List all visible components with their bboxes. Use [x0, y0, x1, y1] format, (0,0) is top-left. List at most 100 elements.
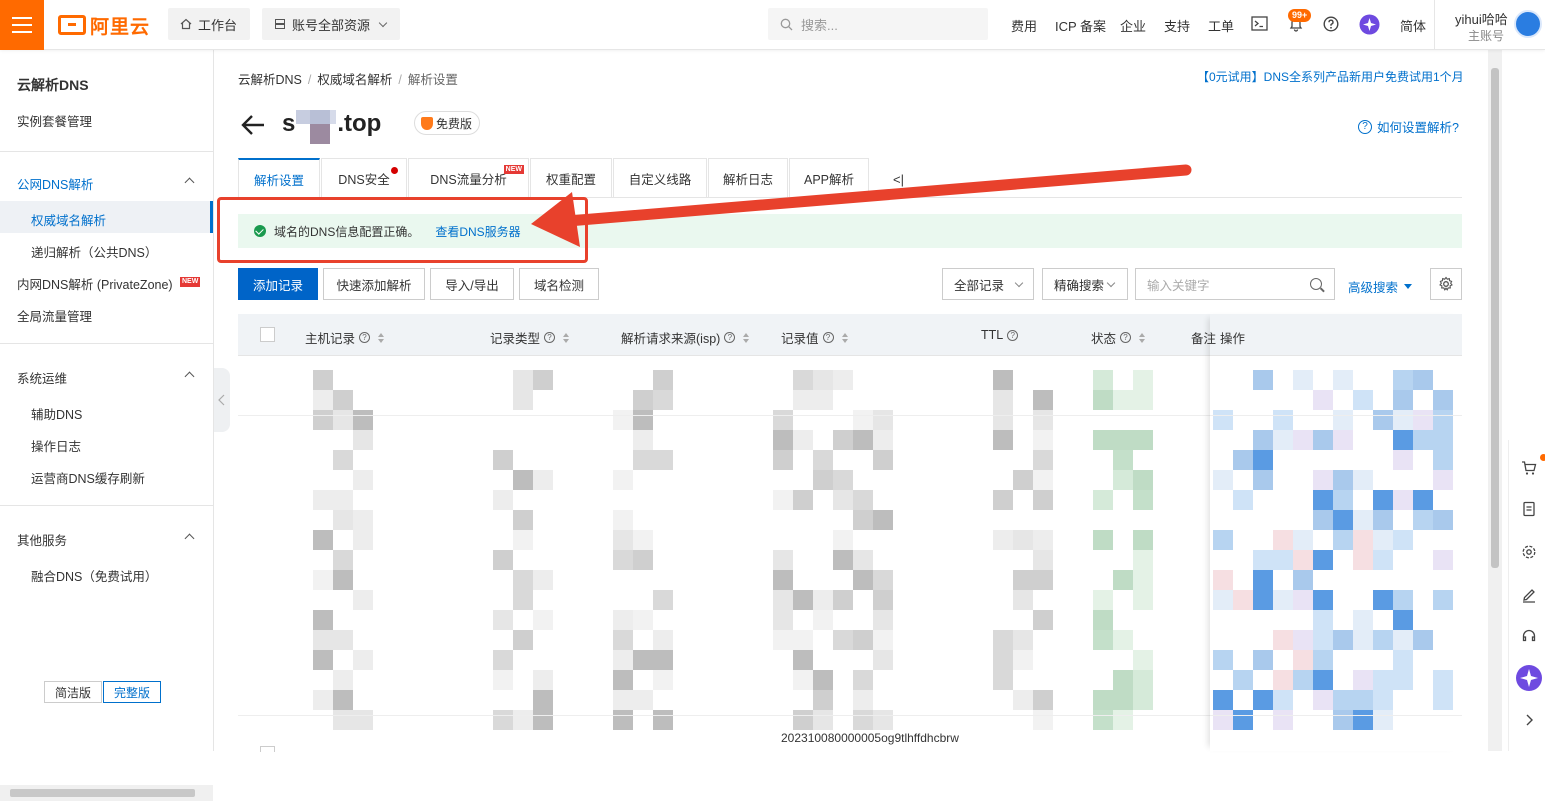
help-icon: ? [359, 332, 371, 343]
sidebar-item-recursive[interactable]: 递归解析（公共DNS） [31, 242, 157, 261]
edit-icon[interactable] [1521, 587, 1537, 603]
avatar[interactable] [1514, 10, 1542, 38]
sidebar-group-ops[interactable]: 系统运维 [17, 368, 67, 387]
sidebar-item-authoritative[interactable]: 权威域名解析 [31, 210, 106, 229]
redacted-pixel [873, 630, 893, 650]
redacted-pixel [1093, 590, 1113, 610]
sidebar-title: 云解析DNS [17, 77, 89, 93]
sidebar-item-private-zone[interactable]: 内网DNS解析 (PrivateZone) [17, 274, 173, 293]
tab-custom-line[interactable]: 自定义线路 [613, 158, 707, 198]
sidebar-item-aux-dns[interactable]: 辅助DNS [31, 404, 82, 423]
redacted-pixel [813, 470, 833, 490]
workbench-button[interactable]: 工作台 [168, 8, 250, 40]
sidebar-item-isp-refresh[interactable]: 运营商DNS缓存刷新 [31, 468, 145, 487]
row-checkbox[interactable] [260, 746, 275, 752]
redacted-pixel [613, 610, 633, 630]
language-switch[interactable]: 简体 [1400, 16, 1426, 35]
back-arrow-icon[interactable] [240, 112, 266, 138]
ai-assistant-icon[interactable] [1359, 14, 1380, 35]
redacted-pixel [793, 430, 813, 450]
quick-add-button[interactable]: 快速添加解析 [323, 268, 425, 300]
redacted-pixel [813, 590, 833, 610]
sidebar-group-public-dns[interactable]: 公网DNS解析 [17, 174, 93, 193]
chevron-up-icon[interactable] [184, 177, 195, 188]
col-value[interactable]: 记录值? [781, 328, 848, 347]
resources-dropdown[interactable]: 账号全部资源 [262, 8, 400, 40]
redacted-pixel [513, 590, 533, 610]
promo-link[interactable]: 【0元试用】DNS全系列产品新用户免费试用1个月 [1197, 68, 1464, 85]
sidebar-item-package[interactable]: 实例套餐管理 [17, 111, 92, 130]
sidebar-item-global-traffic[interactable]: 全局流量管理 [17, 306, 92, 325]
col-ttl[interactable]: TTL? [981, 328, 1019, 342]
chevron-right-icon[interactable] [1521, 712, 1537, 728]
nav-icp[interactable]: ICP 备案 [1055, 16, 1106, 35]
cart-icon[interactable] [1521, 460, 1537, 476]
settings-icon[interactable] [1521, 544, 1537, 560]
sidebar-scrollbar[interactable] [0, 785, 213, 801]
chevron-up-icon[interactable] [184, 371, 195, 382]
advanced-search-toggle[interactable]: 高级搜索 [1348, 277, 1413, 296]
select-all-checkbox[interactable] [260, 327, 275, 342]
redacted-pixel [1113, 450, 1133, 470]
ai-assistant-icon[interactable] [1515, 664, 1543, 692]
redacted-pixel [333, 490, 353, 510]
add-record-button[interactable]: 添加记录 [238, 268, 318, 300]
help-icon[interactable] [1323, 16, 1339, 32]
search-mode-value: 精确搜索 [1054, 278, 1105, 293]
tab-resolve-log[interactable]: 解析日志 [708, 158, 788, 198]
redacted-pixel [633, 450, 653, 470]
search-mode-select[interactable]: 精确搜索 [1042, 268, 1128, 300]
user-name[interactable]: yihui哈哈 [1455, 9, 1508, 28]
scrollbar-thumb[interactable] [10, 789, 195, 797]
document-icon[interactable] [1521, 501, 1537, 517]
nav-fees[interactable]: 费用 [1011, 16, 1037, 35]
nav-support[interactable]: 支持 [1164, 16, 1190, 35]
sidebar-group-other[interactable]: 其他服务 [17, 530, 67, 549]
col-host[interactable]: 主机记录? [305, 328, 385, 347]
tab-dns-traffic[interactable]: DNS流量分析 NEW [408, 158, 529, 198]
tab-app-resolve[interactable]: APP解析 [789, 158, 869, 198]
tab-dns-security[interactable]: DNS安全 [321, 158, 407, 198]
col-isp[interactable]: 解析请求来源(isp)? [621, 328, 750, 347]
sidebar-item-op-log[interactable]: 操作日志 [31, 436, 81, 455]
redacted-pixel [853, 570, 873, 590]
tab-weight[interactable]: 权重配置 [530, 158, 612, 198]
tab-label: DNS安全 [338, 173, 390, 187]
redacted-pixel [633, 550, 653, 570]
sidebar-item-fusion-dns[interactable]: 融合DNS（免费试用） [31, 566, 157, 585]
import-export-button[interactable]: 导入/导出 [430, 268, 514, 300]
page-scrollbar[interactable] [1488, 50, 1502, 751]
redacted-pixel [773, 410, 793, 430]
search-icon[interactable] [1310, 278, 1322, 290]
breadcrumb-dns[interactable]: 云解析DNS [238, 73, 302, 87]
global-search-input[interactable]: 搜索... [768, 8, 988, 40]
col-type[interactable]: 记录类型? [490, 328, 570, 347]
breadcrumb-authoritative[interactable]: 权威域名解析 [317, 73, 392, 87]
chevron-up-icon[interactable] [184, 533, 195, 544]
hamburger-menu-button[interactable] [0, 0, 44, 50]
redacted-pixel [793, 630, 813, 650]
col-status[interactable]: 状态? [1091, 328, 1146, 347]
tab-resolve-settings[interactable]: 解析设置 [238, 158, 320, 198]
scrollbar-thumb[interactable] [1491, 68, 1499, 568]
full-mode-button[interactable]: 完整版 [103, 681, 161, 703]
keyword-search-input[interactable]: 输入关键字 [1135, 268, 1335, 300]
domain-check-button[interactable]: 域名检测 [519, 268, 599, 300]
nav-enterprise[interactable]: 企业 [1120, 16, 1146, 35]
terminal-icon[interactable] [1251, 16, 1268, 31]
redacted-pixel [1013, 530, 1033, 550]
redacted-pixel [493, 450, 513, 470]
tab-scroll-button[interactable]: <| [893, 172, 904, 187]
help-icon: ? [1120, 332, 1132, 343]
simple-mode-button[interactable]: 简洁版 [44, 681, 102, 703]
nav-ticket[interactable]: 工单 [1208, 16, 1234, 35]
redacted-pixel [1013, 470, 1033, 490]
redacted-pixel [1113, 690, 1133, 710]
how-to-configure-link[interactable]: ? 如何设置解析? [1358, 117, 1459, 136]
record-filter-select[interactable]: 全部记录 [942, 268, 1034, 300]
headset-icon[interactable] [1521, 628, 1537, 644]
sidebar-collapse-handle[interactable] [214, 368, 230, 432]
aliyun-logo[interactable]: 阿里云 [58, 13, 150, 38]
redacted-pixel [1093, 390, 1113, 410]
table-settings-button[interactable] [1430, 268, 1462, 300]
